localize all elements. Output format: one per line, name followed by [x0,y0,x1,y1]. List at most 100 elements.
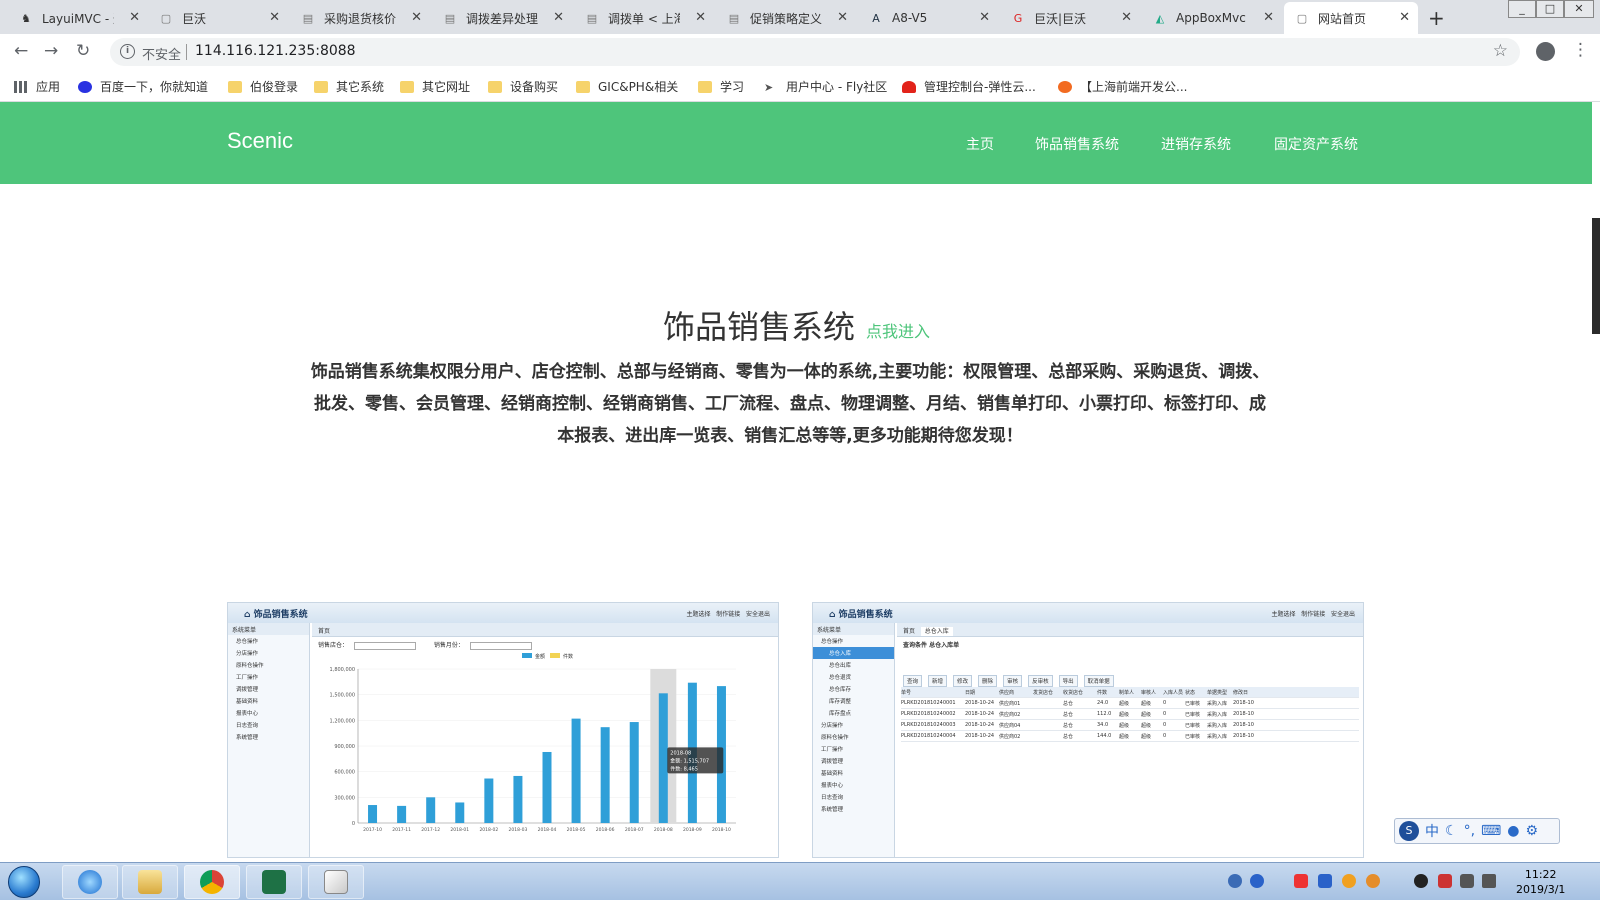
forward-icon[interactable]: → [44,41,58,61]
browser-tab[interactable]: G 巨沃|巨沃 ✕ [1000,2,1140,34]
taskbar-paint[interactable] [308,865,364,899]
tab-close-icon[interactable]: ✕ [411,10,422,25]
mock-column-header: 入库人员 [1163,689,1184,696]
taskbar-clock[interactable]: 11:22 2019/3/1 [1516,867,1565,897]
bookmark-star-icon[interactable]: ☆ [1493,41,1508,61]
maximize-button[interactable]: □ [1536,0,1564,18]
browser-tab[interactable]: ▤ 采购退货核价 ✕ [290,2,430,34]
nav-home[interactable]: 主页 [966,134,994,154]
url-text[interactable]: 114.116.121.235:8088 [195,43,356,59]
bookmark-item[interactable]: 设备购买 [488,78,558,95]
mic-icon[interactable]: ● [1507,823,1519,839]
chart-bar [600,727,610,823]
browser-tab[interactable]: ◭ AppBoxMvc ✕ [1142,2,1282,34]
browser-tab[interactable]: ♞ LayuiMVC - 通 ✕ [8,2,148,34]
site-brand[interactable]: Scenic [227,128,293,154]
browser-tab[interactable]: ▤ 调拨差异处理 ✕ [432,2,572,34]
tray-cloud-icon[interactable] [1294,874,1308,888]
taskbar-excel[interactable] [246,865,302,899]
close-window-button[interactable]: ✕ [1564,0,1594,18]
bookmark-item[interactable]: 其它网址 [400,78,470,95]
reload-icon[interactable]: ↻ [76,41,90,61]
tab-close-icon[interactable]: ✕ [129,10,140,25]
tray-flag-icon[interactable] [1438,874,1452,888]
chart-y-tick: 600,000 [334,770,355,776]
mock-header-links-right: 主题选择 制作链接 安全退出 [1271,609,1355,618]
mock-theme-link: 主题选择 [686,611,711,618]
page-scrollbar-thumb[interactable] [1592,218,1600,334]
tab-close-icon[interactable]: ✕ [1263,10,1274,25]
tray-orange-icon[interactable] [1342,874,1356,888]
nav-jewelry-sales[interactable]: 饰品销售系统 [1035,134,1119,154]
profile-avatar-icon[interactable] [1536,42,1555,61]
tab-close-icon[interactable]: ✕ [1399,10,1410,25]
chart-x-tick: 2017-12 [421,827,440,833]
minimize-button[interactable]: _ [1508,0,1536,18]
start-button-icon[interactable] [8,866,40,898]
back-icon[interactable]: ← [14,41,28,61]
browser-tab[interactable]: ▤ 调拨单 < 上海 ✕ [574,2,714,34]
bookmark-label: 学习 [720,80,745,94]
nav-inventory[interactable]: 进销存系统 [1161,134,1231,154]
tray-network-icon[interactable] [1228,874,1242,888]
bookmark-item[interactable]: 【上海前端开发公... [1058,78,1187,95]
bookmark-item[interactable]: 应用 [14,78,60,95]
folder-icon [698,80,712,93]
browser-tab[interactable]: ▤ 促销策略定义 ✕ [716,2,856,34]
tab-close-icon[interactable]: ✕ [979,10,990,25]
tray-display-icon[interactable] [1460,874,1474,888]
browser-tab-label: AppBoxMvc [1176,11,1246,25]
site-navbar: Scenic 主页 饰品销售系统 进销存系统 固定资产系统 [0,102,1592,184]
taskbar-chrome[interactable] [184,865,240,899]
bookmark-item[interactable]: ➤ 用户中心 - Fly社区 [764,78,887,95]
mock-column-header: 审核人 [1141,689,1157,696]
bookmark-item[interactable]: GIC&PH&相关 [576,78,678,95]
taskbar-explorer[interactable] [122,865,178,899]
browser-tab[interactable]: ▢ 巨沃 ✕ [148,2,288,34]
mock-menu-item: 总仓操作 [236,639,259,645]
taskbar-ie[interactable] [62,865,118,899]
mock-menu-item: 日志查询 [236,723,259,729]
keyboard-icon[interactable]: ⌨ [1481,823,1501,839]
browser-tab[interactable]: ▢ 网站首页 ✕ [1284,2,1418,34]
bookmark-label: 应用 [36,80,61,94]
punctuation-icon[interactable]: °, [1464,823,1475,839]
ime-mode-label[interactable]: 中 [1425,821,1439,841]
tray-volume-icon[interactable] [1482,874,1496,888]
tab-close-icon[interactable]: ✕ [553,10,564,25]
tab-close-icon[interactable]: ✕ [695,10,706,25]
bookmark-item[interactable]: 学习 [698,78,744,95]
tray-360-icon[interactable] [1366,874,1380,888]
nav-fixed-assets[interactable]: 固定资产系统 [1274,134,1358,154]
moon-icon[interactable]: ☾ [1445,823,1458,839]
browser-tab-label: 巨沃 [182,11,207,26]
section-description: 饰品销售系统集权限分用户、店仓控制、总部与经销商、零售为一体的系统,主要功能：权… [310,362,1270,446]
enter-system-link[interactable]: 点我进入 [866,318,930,342]
bookmark-item[interactable]: 管理控制台-弹性云... [902,78,1036,95]
mock-table-cell: 144.0 [1097,733,1112,739]
mock-table-cell: PLRKD201810240002 [901,711,956,717]
ime-toolbar[interactable]: S 中 ☾ °, ⌨ ● ⚙ [1394,818,1560,844]
mock-filter-month-select [469,641,532,650]
settings-gear-icon[interactable]: ⚙ [1525,823,1538,839]
tray-shield-icon[interactable] [1318,874,1332,888]
info-icon[interactable]: i [120,44,135,59]
tray-qq-icon[interactable] [1414,874,1428,888]
browser-tab[interactable]: A A8-V5 ✕ [858,2,998,34]
bookmark-item[interactable]: 其它系统 [314,78,384,95]
omnibox[interactable]: i 不安全 114.116.121.235:8088 ☆ [110,38,1520,66]
tab-close-icon[interactable]: ✕ [837,10,848,25]
mock-app-title-text-right: 饰品销售系统 [838,610,893,620]
mock-column-header: 制单人 [1119,689,1135,696]
bookmark-item[interactable]: 伯俊登录 [228,78,298,95]
mock-table-cell: 总仓 [1063,722,1074,729]
mock-table-cell: 超级 [1119,722,1130,729]
bookmarks-bar: 应用 百度一下，你就知道 伯俊登录 其它系统 其它网址 设备购买 GIC&PH&相关 学习 ➤ 用… [0,70,1600,102]
tab-close-icon[interactable]: ✕ [269,10,280,25]
new-tab-button[interactable]: + [1428,6,1445,30]
tab-close-icon[interactable]: ✕ [1121,10,1132,25]
menu-dots-icon[interactable]: ⋮ [1572,40,1589,60]
mock-column-header: 供应商 [999,689,1015,696]
bookmark-item[interactable]: 百度一下，你就知道 [78,78,208,95]
tray-help-icon[interactable] [1250,874,1264,888]
